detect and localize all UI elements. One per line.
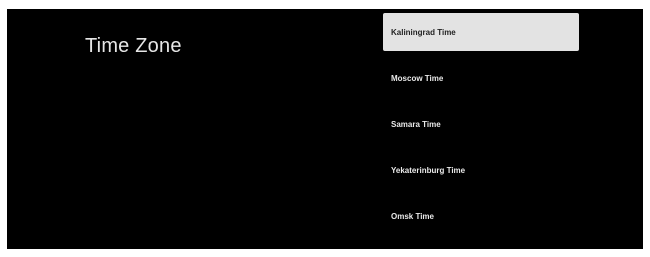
time-zone-label: Moscow Time	[391, 73, 444, 83]
time-zone-label: Kaliningrad Time	[391, 27, 456, 37]
time-zone-option-samara[interactable]: Samara Time	[383, 105, 579, 143]
time-zone-option-moscow[interactable]: Moscow Time	[383, 59, 579, 97]
time-zone-option-kaliningrad[interactable]: Kaliningrad Time	[383, 13, 579, 51]
page-title: Time Zone	[85, 35, 182, 57]
time-zone-label: Omsk Time	[391, 211, 434, 221]
time-zone-option-omsk[interactable]: Omsk Time	[383, 197, 579, 235]
time-zone-option-yekaterinburg[interactable]: Yekaterinburg Time	[383, 151, 579, 189]
time-zone-list: Kaliningrad Time Moscow Time Samara Time…	[383, 13, 579, 243]
time-zone-label: Samara Time	[391, 119, 441, 129]
time-zone-label: Yekaterinburg Time	[391, 165, 466, 175]
tv-settings-screen: Time Zone Kaliningrad Time Moscow Time S…	[7, 9, 643, 249]
